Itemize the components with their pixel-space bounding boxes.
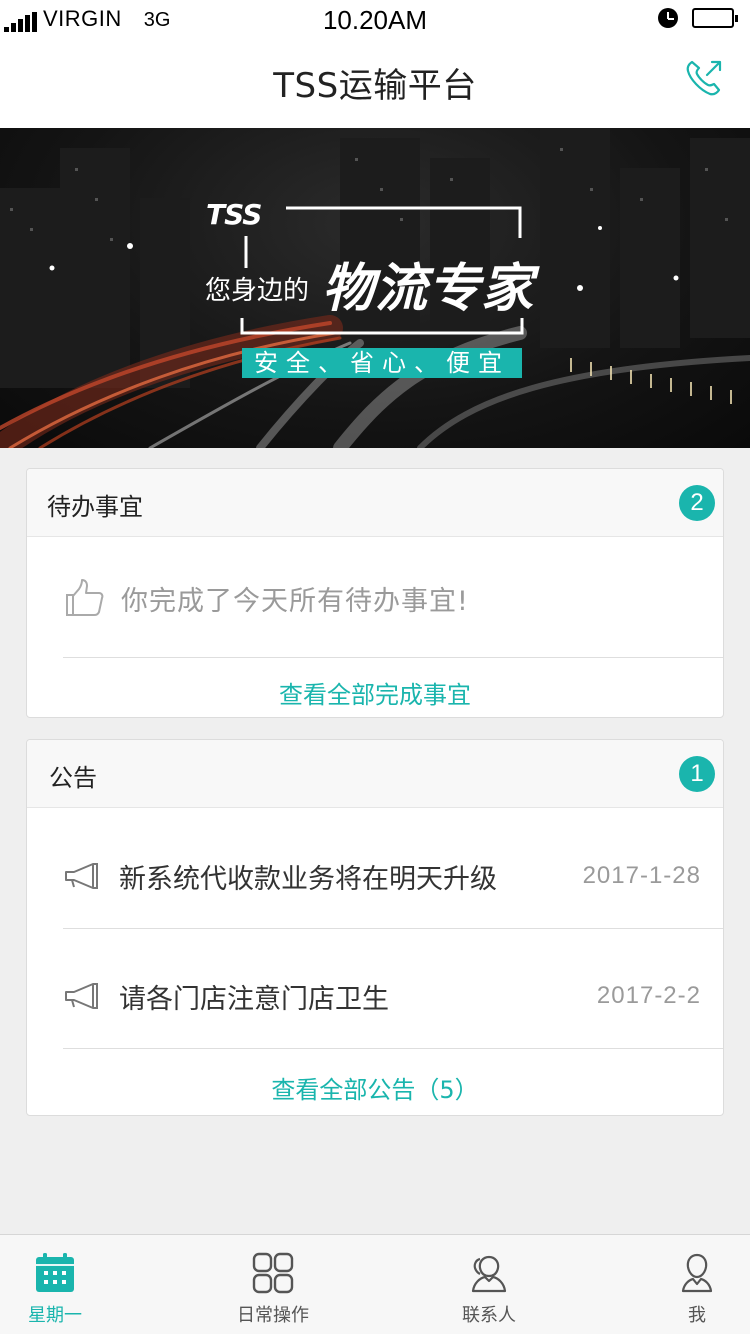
notice-item[interactable]: 请各门店注意门店卫生 2017-2-2 xyxy=(63,966,701,1026)
hero-banner[interactable]: TSS 您身边的 物流专家 安全、省心、便宜 xyxy=(0,128,750,448)
megaphone-icon xyxy=(65,863,98,889)
todo-count-badge: 2 xyxy=(679,485,715,521)
tab-me[interactable]: 我 xyxy=(642,1235,750,1334)
banner-tagline: 安全、省心、便宜 xyxy=(242,348,522,378)
view-all-completed-link[interactable]: 查看全部完成事宜 xyxy=(27,675,723,710)
tab-label: 我 xyxy=(688,1305,706,1326)
todo-card: 待办事宜 2 你完成了今天所有待办事宜! 查看全部完成事宜 xyxy=(26,468,724,718)
tab-monday[interactable]: 星期一 xyxy=(0,1235,110,1334)
todo-title: 待办事宜 xyxy=(47,493,143,521)
tab-label: 星期一 xyxy=(28,1305,82,1326)
notices-title: 公告 xyxy=(49,764,97,792)
tab-bar: 星期一 日常操作 联系人 我 xyxy=(0,1234,750,1334)
notices-count-badge: 1 xyxy=(679,756,715,792)
grid-icon xyxy=(252,1252,294,1294)
contacts-icon xyxy=(471,1255,507,1293)
status-right xyxy=(658,8,738,28)
status-time: 10.20AM xyxy=(322,5,428,35)
tab-daily-operations[interactable]: 日常操作 xyxy=(218,1235,328,1334)
notices-card-header: 公告 1 xyxy=(27,740,723,808)
banner-prefix: 您身边的 xyxy=(205,276,310,306)
notice-title: 请各门店注意门店卫生 xyxy=(119,983,389,1015)
todo-divider xyxy=(63,657,723,658)
notice-item[interactable]: 新系统代收款业务将在明天升级 2017-1-28 xyxy=(63,846,701,906)
notice-date: 2017-2-2 xyxy=(596,982,701,1009)
todo-card-header: 待办事宜 2 xyxy=(27,469,723,537)
notices-divider xyxy=(63,1048,723,1049)
notice-date: 2017-1-28 xyxy=(582,862,701,889)
banner-slogan: 物流专家 xyxy=(322,259,535,319)
battery-icon xyxy=(692,8,738,28)
phone-call-button[interactable] xyxy=(682,54,728,100)
tab-label: 日常操作 xyxy=(237,1305,309,1326)
tab-label: 联系人 xyxy=(462,1305,516,1326)
todo-empty-message: 你完成了今天所有待办事宜! xyxy=(121,585,469,617)
thumbs-up-icon xyxy=(66,579,104,616)
todo-empty-state: 你完成了今天所有待办事宜! xyxy=(63,577,469,619)
alarm-clock-icon xyxy=(658,8,678,28)
app-header: TSS运输平台 xyxy=(0,40,750,128)
notices-divider xyxy=(63,928,723,929)
view-all-notices-link[interactable]: 查看全部公告（5） xyxy=(27,1070,723,1105)
status-bar: VIRGIN 3G 10.20AM xyxy=(0,0,750,40)
notice-title: 新系统代收款业务将在明天升级 xyxy=(119,863,497,895)
calendar-icon xyxy=(36,1253,74,1292)
phone-call-icon xyxy=(686,60,722,96)
megaphone-icon xyxy=(65,983,98,1009)
user-icon xyxy=(681,1253,713,1293)
tss-logo: TSS xyxy=(206,198,262,231)
notices-card: 公告 1 新系统代收款业务将在明天升级 2017-1-28 请各门店注意门店卫生… xyxy=(26,739,724,1116)
tab-contacts[interactable]: 联系人 xyxy=(434,1235,544,1334)
page-title: TSS运输平台 xyxy=(273,66,477,106)
